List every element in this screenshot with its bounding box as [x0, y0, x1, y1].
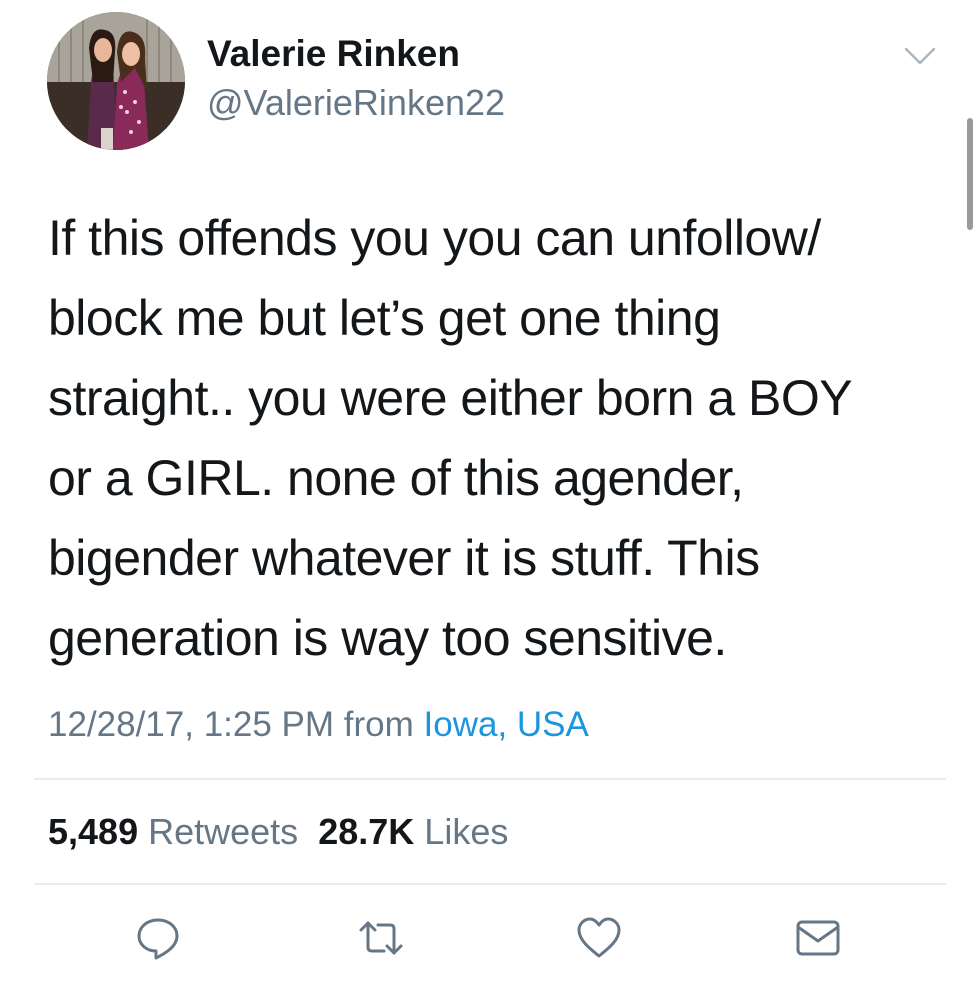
chevron-down-icon[interactable] — [903, 45, 937, 67]
avatar-photo — [47, 12, 185, 150]
tweet-timestamp[interactable]: 12/28/17, 1:25 PM — [48, 705, 334, 744]
scrollbar[interactable] — [967, 118, 973, 230]
tweet-text-line: generation is way too sensitive. — [48, 610, 727, 666]
reply-icon[interactable] — [128, 908, 188, 968]
retweet-icon[interactable] — [351, 908, 411, 968]
tweet-text-line: block me but let’s get one thing — [48, 290, 721, 346]
tweet-text-line: bigender whatever it is stuff. This — [48, 530, 760, 586]
location-link[interactable]: Iowa, USA — [424, 705, 589, 744]
divider — [34, 883, 946, 885]
tweet-text-line: straight.. you were either born a BOY — [48, 370, 853, 426]
divider — [34, 778, 946, 780]
tweet-text: If this offends you you can unfollow/ bl… — [48, 198, 928, 678]
likes-label: Likes — [424, 811, 509, 852]
likes-stat[interactable]: 28.7K Likes — [318, 811, 508, 852]
author-handle[interactable]: @ValerieRinken22 — [207, 82, 505, 124]
tweet-stats: 5,489 Retweets 28.7K Likes — [48, 811, 508, 853]
retweets-label: Retweets — [148, 811, 299, 852]
avatar[interactable] — [47, 12, 185, 150]
tweet-text-line: or a GIRL. none of this agender, — [48, 450, 744, 506]
retweets-count: 5,489 — [48, 811, 139, 852]
retweets-stat[interactable]: 5,489 Retweets — [48, 811, 298, 852]
tweet-text-line: If this offends you you can unfollow/ — [48, 210, 821, 266]
author-display-name[interactable]: Valerie Rinken — [207, 33, 460, 75]
from-label: from — [343, 705, 414, 744]
share-mail-icon[interactable] — [788, 908, 848, 968]
tweet-meta: 12/28/17, 1:25 PM from Iowa, USA — [48, 705, 589, 745]
like-icon[interactable] — [569, 908, 629, 968]
likes-count: 28.7K — [318, 811, 415, 852]
